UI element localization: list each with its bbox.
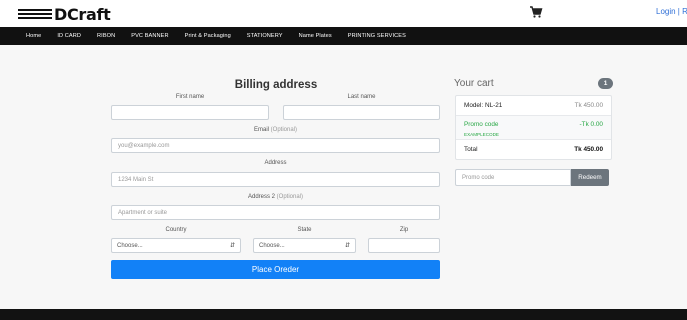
address2-optional-text: (Optional) <box>276 194 304 200</box>
promo-code-text: EXAMPLECODE <box>464 132 499 137</box>
state-label: State <box>297 227 312 233</box>
zip-field[interactable] <box>368 238 440 253</box>
cart-item-name: Model: NL-21 <box>464 102 503 109</box>
cart-item-price: Tk 450.00 <box>574 102 603 109</box>
email-label: Email (Optional) <box>111 127 440 133</box>
nav-item-home[interactable]: Home <box>26 33 41 39</box>
promo-label: Promo code <box>464 121 499 128</box>
address2-label-text: Address 2 <box>247 194 275 200</box>
address2-field[interactable]: Apartment or suite <box>111 205 440 220</box>
nav-item-id-card[interactable]: ID CARD <box>57 33 81 39</box>
country-select-value: Choose... <box>117 242 143 249</box>
cart-promo-row: Promo code EXAMPLECODE -Tk 0.00 <box>456 116 611 140</box>
shopping-cart-icon[interactable] <box>529 5 543 19</box>
first-name-field[interactable] <box>111 105 269 120</box>
top-header: DCraft Login | Re <box>0 0 687 27</box>
brand-name: DCraft <box>54 4 111 24</box>
place-order-button[interactable]: Place Oreder <box>111 260 440 279</box>
redeem-button[interactable]: Redeem <box>571 169 609 186</box>
select-caret-icon: ⇵ <box>229 243 235 249</box>
last-name-field[interactable] <box>283 105 440 120</box>
country-select[interactable]: Choose... ⇵ <box>111 238 241 253</box>
cart-item-row: Model: NL-21 Tk 450.00 <box>456 96 611 116</box>
nav-item-ribon[interactable]: RIBON <box>97 33 115 39</box>
email-field[interactable]: you@example.com <box>111 138 440 153</box>
footer-bar <box>0 309 687 320</box>
address-field[interactable]: 1234 Main St <box>111 172 440 187</box>
brand-logo[interactable]: DCraft <box>18 4 111 24</box>
email-label-text: Email <box>253 127 269 133</box>
checkout-page: DCraft Login | Re Home ID CARD RIBON PVC… <box>0 0 687 320</box>
nav-item-printing-services[interactable]: PRINTING SERVICES <box>348 33 406 39</box>
promo-value: -Tk 0.00 <box>579 121 603 128</box>
cart-list: Model: NL-21 Tk 450.00 Promo code EXAMPL… <box>455 95 612 160</box>
login-link[interactable]: Login | Re <box>656 7 687 16</box>
state-select-value: Choose... <box>259 242 285 249</box>
nav-item-stationery[interactable]: STATIONERY <box>247 33 283 39</box>
billing-title: Billing address <box>234 79 318 91</box>
select-caret-icon: ⇵ <box>344 243 350 249</box>
country-label: Country <box>165 227 187 233</box>
logo-lines-icon <box>18 9 52 19</box>
nav-item-name-plates[interactable]: Name Plates <box>299 33 332 39</box>
cart-count-badge: 1 <box>598 78 613 89</box>
promo-code-input[interactable]: Promo code <box>455 169 571 186</box>
main-nav: Home ID CARD RIBON PVC BANNER Print & Pa… <box>0 27 687 45</box>
address-label: Address <box>264 160 287 166</box>
last-name-label: Last name <box>347 94 376 100</box>
first-name-label: First name <box>175 94 205 100</box>
total-label: Total <box>464 146 478 153</box>
cart-total-row: Total Tk 450.00 <box>456 140 611 160</box>
address2-label: Address 2 (Optional) <box>111 194 440 200</box>
promo-form: Promo code Redeem <box>455 169 609 186</box>
email-optional-text: (Optional) <box>270 127 298 133</box>
nav-item-pvc-banner[interactable]: PVC BANNER <box>131 33 168 39</box>
state-select[interactable]: Choose... ⇵ <box>253 238 356 253</box>
zip-label: Zip <box>399 227 409 233</box>
nav-item-print-packaging[interactable]: Print & Packaging <box>185 33 231 39</box>
cart-title: Your cart <box>454 78 494 89</box>
total-value: Tk 450.00 <box>574 146 603 153</box>
